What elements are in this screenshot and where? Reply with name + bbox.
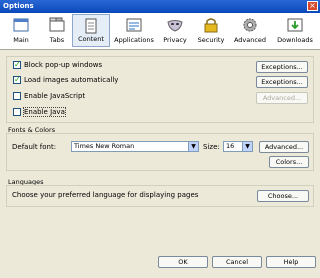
font-size-value: 16 (226, 142, 235, 150)
default-font-value: Times New Roman (74, 142, 135, 150)
tabs-icon (49, 17, 65, 32)
tab-applications[interactable]: Applications (113, 14, 155, 47)
cancel-button[interactable]: Cancel (212, 256, 262, 268)
mask-icon (167, 20, 183, 32)
download-icon (287, 18, 303, 32)
enable-java-label: Enable Java (23, 107, 66, 117)
tab-label: Privacy (163, 36, 187, 44)
tab-privacy[interactable]: Privacy (156, 14, 194, 47)
tab-label: Content (78, 35, 104, 43)
languages-group: Choose your preferred language for displ… (6, 185, 314, 207)
languages-description: Choose your preferred language for displ… (12, 191, 199, 199)
size-label: Size: (203, 143, 220, 151)
close-button[interactable]: × (307, 1, 318, 11)
enable-javascript-row[interactable]: Enable JavaScript (13, 90, 85, 102)
window-icon (13, 18, 29, 32)
window-title: Options (3, 2, 34, 10)
javascript-advanced-button[interactable]: Advanced... (256, 92, 308, 104)
default-font-select[interactable]: Times New Roman ▼ (71, 141, 199, 152)
tab-label: Main (13, 36, 29, 44)
gear-icon (243, 18, 257, 32)
tab-content[interactable]: Content (72, 14, 110, 47)
enable-javascript-label: Enable JavaScript (24, 92, 86, 100)
title-bar: Options × (0, 0, 320, 13)
preferences-toolbar: Main Tabs Content Applications Privacy S… (0, 13, 320, 50)
default-font-label: Default font: (12, 143, 57, 151)
enable-java-row[interactable]: Enable Java (13, 106, 66, 118)
options-window: Options × Main Tabs Content Applications… (0, 0, 320, 278)
enable-java-checkbox[interactable] (13, 108, 21, 116)
block-popups-checkbox[interactable] (13, 60, 21, 69)
tab-label: Downloads (277, 36, 313, 44)
tab-label: Security (197, 36, 225, 44)
load-images-row[interactable]: Load images automatically (13, 74, 118, 86)
colors-button[interactable]: Colors... (269, 156, 309, 168)
fonts-colors-group: Default font: Times New Roman ▼ Size: 16… (6, 133, 314, 171)
tab-downloads[interactable]: Downloads (274, 14, 316, 47)
tab-main[interactable]: Main (2, 14, 40, 47)
tab-tabs[interactable]: Tabs (38, 14, 76, 47)
popup-exceptions-button[interactable]: Exceptions... (256, 61, 308, 73)
ok-button[interactable]: OK (158, 256, 208, 268)
enable-javascript-checkbox[interactable] (13, 92, 21, 100)
font-size-select[interactable]: 16 ▼ (223, 141, 253, 152)
tab-label: Advanced (233, 36, 267, 44)
tab-advanced[interactable]: Advanced (231, 14, 269, 47)
block-popups-label: Block pop-up windows (24, 61, 103, 69)
document-icon (85, 18, 97, 34)
load-images-checkbox[interactable] (13, 75, 21, 84)
lock-icon (204, 18, 218, 33)
load-images-label: Load images automatically (24, 76, 119, 84)
content-options-group: Block pop-up windows Load images automat… (6, 56, 314, 123)
help-button[interactable]: Help (266, 256, 316, 268)
images-exceptions-button[interactable]: Exceptions... (256, 76, 308, 88)
tab-security[interactable]: Security (192, 14, 230, 47)
close-icon: × (309, 1, 316, 10)
block-popups-row[interactable]: Block pop-up windows (13, 59, 102, 71)
choose-language-button[interactable]: Choose... (257, 190, 309, 202)
chevron-down-icon[interactable]: ▼ (242, 142, 252, 151)
fonts-advanced-button[interactable]: Advanced... (259, 141, 309, 153)
applications-icon (126, 18, 142, 32)
tab-label: Applications (114, 36, 154, 44)
chevron-down-icon[interactable]: ▼ (188, 142, 198, 151)
tab-label: Tabs (49, 36, 65, 44)
